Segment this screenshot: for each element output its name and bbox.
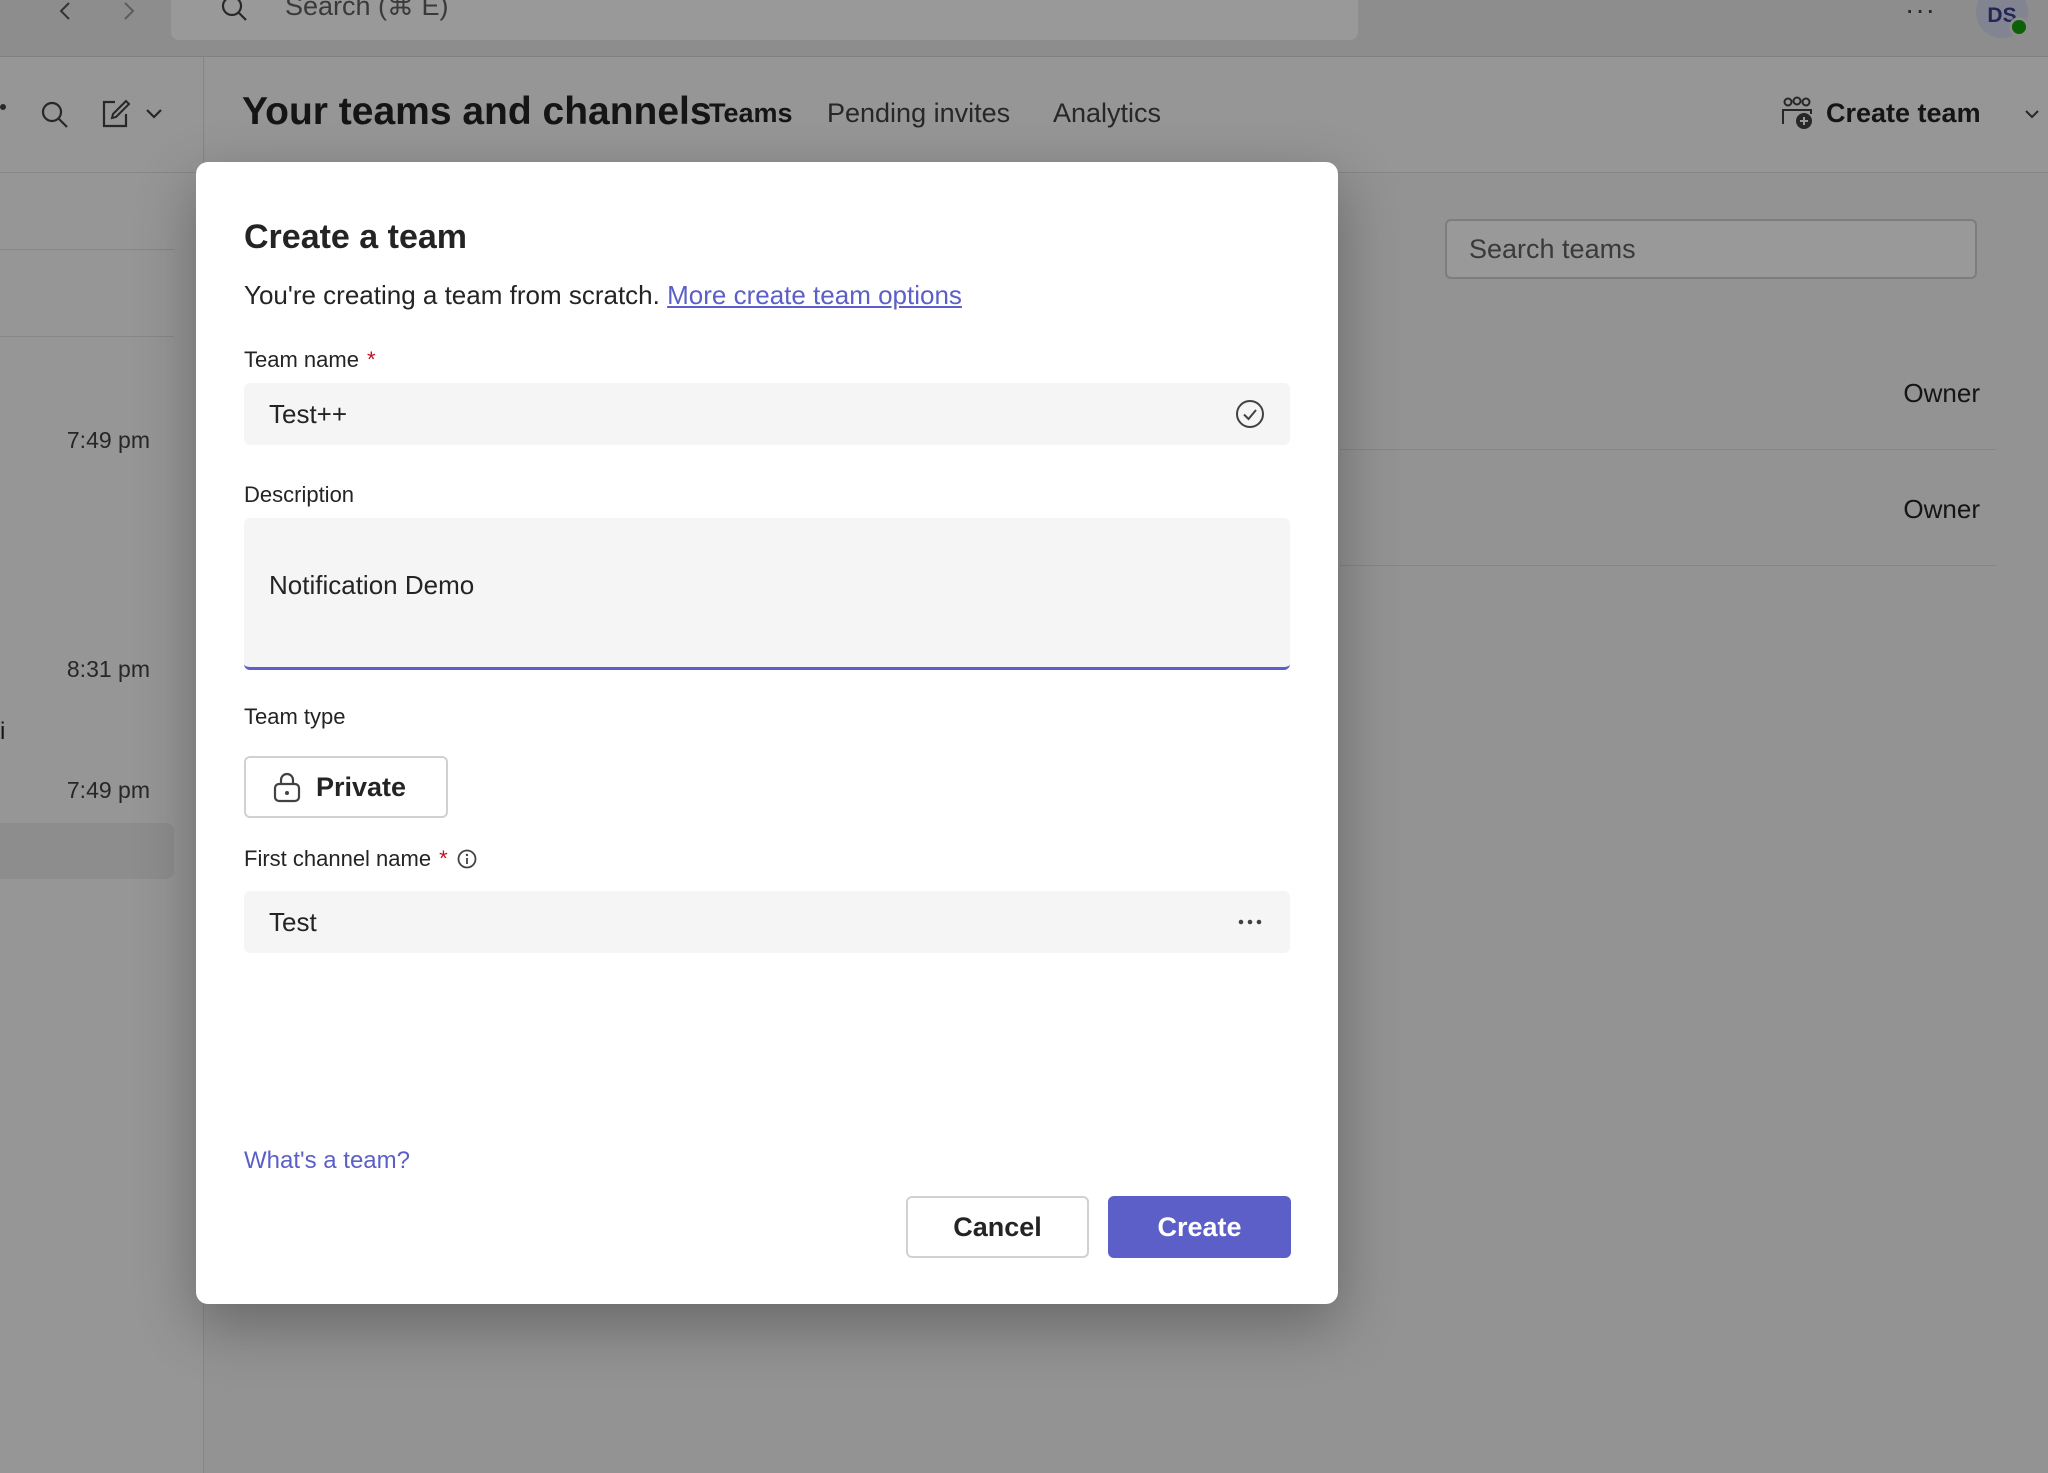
dialog-title: Create a team bbox=[244, 218, 468, 256]
cancel-button[interactable]: Cancel bbox=[906, 1196, 1089, 1258]
first-channel-label: First channel name * bbox=[244, 846, 478, 872]
dialog-subtitle: You're creating a team from scratch. Mor… bbox=[244, 280, 962, 311]
create-button[interactable]: Create bbox=[1108, 1196, 1291, 1258]
description-value: Notification Demo bbox=[269, 570, 475, 600]
first-channel-value: Test bbox=[269, 907, 317, 937]
team-type-value: Private bbox=[316, 771, 407, 802]
checkmark-circle-icon bbox=[1236, 400, 1264, 428]
description-label: Description bbox=[244, 482, 355, 507]
team-name-input[interactable]: Test++ bbox=[244, 383, 1290, 445]
lock-icon bbox=[273, 772, 301, 803]
info-icon[interactable] bbox=[456, 848, 478, 870]
team-name-value: Test++ bbox=[269, 399, 348, 429]
dialog-subtitle-text: You're creating a team from scratch. bbox=[244, 280, 660, 310]
first-channel-input[interactable]: Test bbox=[244, 891, 1290, 953]
create-team-dialog: Create a team You're creating a team fro… bbox=[196, 162, 1338, 1304]
team-name-label-text: Team name bbox=[244, 347, 359, 372]
whats-a-team-link[interactable]: What's a team? bbox=[244, 1147, 410, 1175]
team-type-label: Team type bbox=[244, 704, 346, 729]
required-mark: * bbox=[366, 347, 376, 372]
team-type-button[interactable]: Private bbox=[244, 756, 448, 818]
description-textarea[interactable]: Notification Demo bbox=[244, 518, 1290, 670]
required-mark: * bbox=[439, 846, 448, 871]
more-create-team-options-link[interactable]: More create team options bbox=[667, 280, 962, 310]
first-channel-label-text: First channel name bbox=[244, 846, 432, 871]
team-name-label: Team name * bbox=[244, 347, 376, 373]
more-options-icon[interactable] bbox=[1234, 906, 1266, 938]
